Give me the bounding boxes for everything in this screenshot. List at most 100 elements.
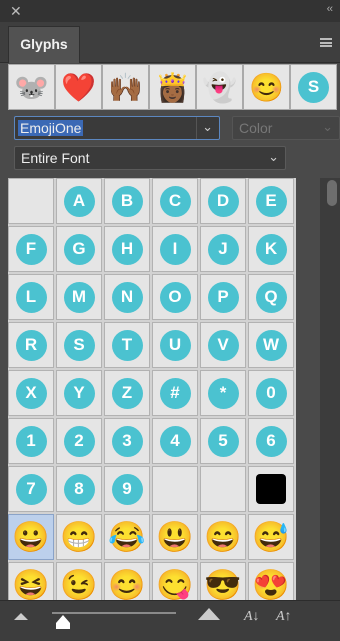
glyph-emoji: 😁 — [60, 520, 98, 554]
glyph-cell[interactable]: 😀 — [8, 514, 54, 560]
glyph-cell[interactable]: 7 — [8, 466, 54, 512]
glyph-char: Y — [63, 377, 95, 409]
glyph-cell[interactable]: G — [56, 226, 102, 272]
glyph-emoji: 😉 — [60, 568, 98, 601]
glyph-emoji: 👻 — [202, 71, 237, 103]
font-family-dropdown[interactable]: EmojiOne ⌄ — [14, 116, 220, 140]
glyph-cell[interactable]: 😉 — [56, 562, 102, 600]
glyph-cell[interactable] — [152, 466, 198, 512]
glyph-cell[interactable]: R — [8, 322, 54, 368]
glyph-cell[interactable]: M — [56, 274, 102, 320]
glyph-cell[interactable]: O — [152, 274, 198, 320]
glyph-cell[interactable]: 😁 — [56, 514, 102, 560]
glyph-cell[interactable]: K — [248, 226, 294, 272]
panel-menu-icon[interactable] — [320, 38, 332, 47]
glyph-cell[interactable]: 6 — [248, 418, 294, 464]
glyph-cell[interactable]: 😎 — [200, 562, 246, 600]
glyph-cell[interactable]: W — [248, 322, 294, 368]
glyph-char: S — [63, 329, 95, 361]
glyph-cell[interactable]: P — [200, 274, 246, 320]
smaller-glyph-size-button[interactable]: A↓ — [244, 609, 260, 625]
glyph-char: Z — [111, 377, 143, 409]
glyph-cell[interactable]: # — [152, 370, 198, 416]
glyph-emoji: 😂 — [108, 520, 146, 554]
glyph-cell[interactable]: U — [152, 322, 198, 368]
glyph-char: A — [63, 185, 95, 217]
glyph-emoji: 😄 — [204, 520, 242, 554]
glyph-cell[interactable]: T — [104, 322, 150, 368]
glyph-cell[interactable]: A — [56, 178, 102, 224]
glyph-cell[interactable]: 8 — [56, 466, 102, 512]
mouse-glyph[interactable]: 🐭 — [8, 64, 55, 110]
chevron-down-icon[interactable]: ⌄ — [322, 119, 333, 135]
glyph-char: 9 — [111, 473, 143, 505]
glyph-char: X — [15, 377, 47, 409]
scrollbar-thumb[interactable] — [327, 180, 337, 206]
larger-glyph-size-button[interactable]: A↑ — [276, 609, 292, 625]
glyph-cell[interactable]: C — [152, 178, 198, 224]
glyph-cell[interactable]: 😄 — [200, 514, 246, 560]
glyph-cell[interactable]: 9 — [104, 466, 150, 512]
glyph-cell[interactable] — [248, 466, 294, 512]
glyph-cell[interactable]: 😊 — [104, 562, 150, 600]
zoom-slider-knob[interactable] — [56, 615, 70, 629]
glyph-cell[interactable]: S — [56, 322, 102, 368]
glyph-char: P — [207, 281, 239, 313]
glyph-cell[interactable]: B — [104, 178, 150, 224]
glyph-cell[interactable]: V — [200, 322, 246, 368]
panel-title-bar: ✕ ‹‹ — [0, 0, 340, 22]
glyph-cell[interactable]: 2 — [56, 418, 102, 464]
glyph-cell[interactable]: E — [248, 178, 294, 224]
small-mountain-icon[interactable] — [14, 612, 28, 620]
glyph-cell[interactable]: 😃 — [152, 514, 198, 560]
glyph-cell[interactable]: * — [200, 370, 246, 416]
glyph-cell[interactable]: X — [8, 370, 54, 416]
ghost-glyph[interactable]: 👻 — [196, 64, 243, 110]
glyph-grid-scrollbar[interactable] — [320, 178, 340, 600]
princess-glyph[interactable]: 👸🏾 — [149, 64, 196, 110]
glyph-scope-value: Entire Font — [21, 150, 90, 166]
glyph-cell[interactable]: Q — [248, 274, 294, 320]
glyph-cell[interactable]: L — [8, 274, 54, 320]
glyph-cell[interactable] — [8, 178, 54, 224]
glyph-cell[interactable]: F — [8, 226, 54, 272]
glyph-char: T — [111, 329, 143, 361]
close-icon[interactable]: ✕ — [10, 3, 22, 20]
glyph-cell[interactable]: Y — [56, 370, 102, 416]
glyph-scope-dropdown[interactable]: Entire Font ⌄ — [14, 146, 286, 170]
glyph-cell[interactable]: I — [152, 226, 198, 272]
glyph-emoji: 😅 — [252, 520, 290, 554]
letter-s-glyph[interactable]: S — [290, 64, 337, 110]
glyph-cell[interactable]: 3 — [104, 418, 150, 464]
glyph-cell[interactable]: 4 — [152, 418, 198, 464]
glyph-cell[interactable]: 😋 — [152, 562, 198, 600]
glyph-cell[interactable]: 1 — [8, 418, 54, 464]
glyph-cell[interactable]: H — [104, 226, 150, 272]
glyph-cell[interactable]: J — [200, 226, 246, 272]
glyph-cell[interactable] — [200, 466, 246, 512]
chevron-down-icon[interactable]: ⌄ — [268, 149, 279, 165]
glyph-char: O — [159, 281, 191, 313]
font-style-dropdown[interactable]: Color ⌄ — [232, 116, 340, 140]
glyph-cell[interactable]: Z — [104, 370, 150, 416]
glyph-cell[interactable]: 0 — [248, 370, 294, 416]
glyph-cell[interactable]: D — [200, 178, 246, 224]
smiling-face-glyph[interactable]: 😊 — [243, 64, 290, 110]
glyph-cell[interactable]: 5 — [200, 418, 246, 464]
glyph-emoji: 😀 — [12, 520, 50, 554]
glyph-cell[interactable]: 😍 — [248, 562, 294, 600]
chevron-down-icon[interactable]: ⌄ — [202, 119, 213, 135]
glyph-cell[interactable]: N — [104, 274, 150, 320]
glyph-char: 8 — [63, 473, 95, 505]
collapse-icon[interactable]: ‹‹ — [327, 3, 333, 15]
glyph-char: 0 — [255, 377, 287, 409]
glyph-char: 6 — [255, 425, 287, 457]
glyph-cell[interactable]: 😅 — [248, 514, 294, 560]
raised-hands-glyph[interactable]: 🙌🏾 — [102, 64, 149, 110]
tab-glyphs[interactable]: Glyphs — [8, 26, 80, 63]
zoom-slider-track[interactable] — [52, 612, 176, 614]
glyph-cell[interactable]: 😆 — [8, 562, 54, 600]
heart-glyph[interactable]: ❤️ — [55, 64, 102, 110]
large-mountain-icon[interactable] — [198, 608, 220, 620]
glyph-cell[interactable]: 😂 — [104, 514, 150, 560]
